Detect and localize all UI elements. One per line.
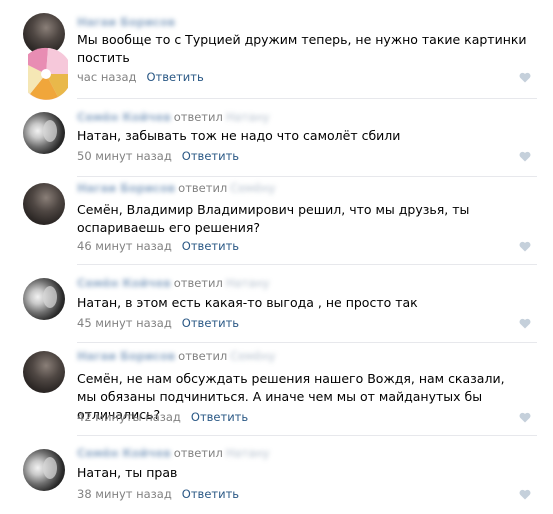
heart-icon[interactable] (519, 412, 531, 423)
sticker-image (28, 47, 68, 100)
comment-time[interactable]: 45 минут назад (77, 316, 172, 330)
comment-thread: Нагаи Борисов Мы вообще то с Турцией дру… (0, 0, 553, 514)
divider (77, 176, 537, 177)
replied-label: ответил (178, 181, 228, 195)
comment-text: Семён, Владимир Владимирович решил, что … (77, 202, 470, 235)
comment-meta: 45 минут назад Ответить (77, 316, 239, 330)
comment-text: Натан, ты прав (77, 465, 178, 480)
comment-meta: 50 минут назад Ответить (77, 149, 239, 163)
heart-icon[interactable] (519, 72, 531, 83)
comment-header: Семён Койчев ответил Натану (77, 110, 270, 124)
author-name[interactable]: Нагаи Борисов (77, 181, 175, 195)
comment-time[interactable]: 42 минуты назад (77, 410, 181, 424)
comment-header: Семён Койчев ответил Натану (77, 446, 270, 460)
comment-time[interactable]: 50 минут назад (77, 149, 172, 163)
comment-text: Натан, в этом есть какая-то выгода , не … (77, 295, 418, 310)
comment-time[interactable]: 46 минут назад (77, 239, 172, 253)
reply-button[interactable]: Ответить (182, 149, 239, 163)
heart-icon[interactable] (519, 151, 531, 162)
divider (77, 98, 537, 99)
reply-to-name[interactable]: Натану (226, 446, 270, 460)
comment-meta: 46 минут назад Ответить (77, 239, 239, 253)
comment-header: Семён Койчев ответил Натану (77, 276, 270, 290)
author-name[interactable]: Семён Койчев (77, 446, 171, 460)
comment-header: Нагаи Борисов ответил Семёну (77, 181, 275, 195)
comment-meta: 42 минуты назад Ответить (77, 410, 248, 424)
comment-header: Нагаи Борисов (77, 15, 175, 29)
author-name[interactable]: Семён Койчев (77, 276, 171, 290)
replied-label: ответил (178, 349, 228, 363)
divider (77, 264, 537, 265)
comment-time[interactable]: час назад (77, 70, 137, 84)
replied-label: ответил (173, 276, 223, 290)
heart-icon[interactable] (519, 241, 531, 252)
reply-to-name[interactable]: Семёну (230, 181, 275, 195)
author-name[interactable]: Семён Койчев (77, 110, 171, 124)
comment-meta: час назад Ответить (77, 70, 204, 84)
comment-text: Натан, забывать тож не надо что самолёт … (77, 128, 401, 143)
reply-to-name[interactable]: Натану (226, 110, 270, 124)
replied-label: ответил (173, 110, 223, 124)
author-name[interactable]: Нагаи Борисов (77, 15, 175, 29)
author-name[interactable]: Нагаи Борисов (77, 349, 175, 363)
avatar[interactable] (23, 112, 65, 154)
avatar[interactable] (23, 278, 65, 320)
reply-to-name[interactable]: Натану (226, 276, 270, 290)
avatar[interactable] (23, 351, 65, 393)
comment-header: Нагаи Борисов ответил Семёну (77, 349, 275, 363)
heart-icon[interactable] (519, 489, 531, 500)
reply-button[interactable]: Ответить (147, 70, 204, 84)
comment-meta: 38 минут назад Ответить (77, 487, 239, 501)
comment-text: Мы вообще то с Турцией дружим теперь, не… (77, 32, 527, 65)
avatar[interactable] (23, 183, 65, 225)
reply-button[interactable]: Ответить (191, 410, 248, 424)
heart-icon[interactable] (519, 318, 531, 329)
avatar[interactable] (23, 449, 65, 491)
reply-button[interactable]: Ответить (182, 316, 239, 330)
divider (77, 342, 537, 343)
divider (77, 435, 537, 436)
reply-button[interactable]: Ответить (182, 487, 239, 501)
replied-label: ответил (173, 446, 223, 460)
reply-to-name[interactable]: Семёну (230, 349, 275, 363)
comment-time[interactable]: 38 минут назад (77, 487, 172, 501)
reply-button[interactable]: Ответить (182, 239, 239, 253)
